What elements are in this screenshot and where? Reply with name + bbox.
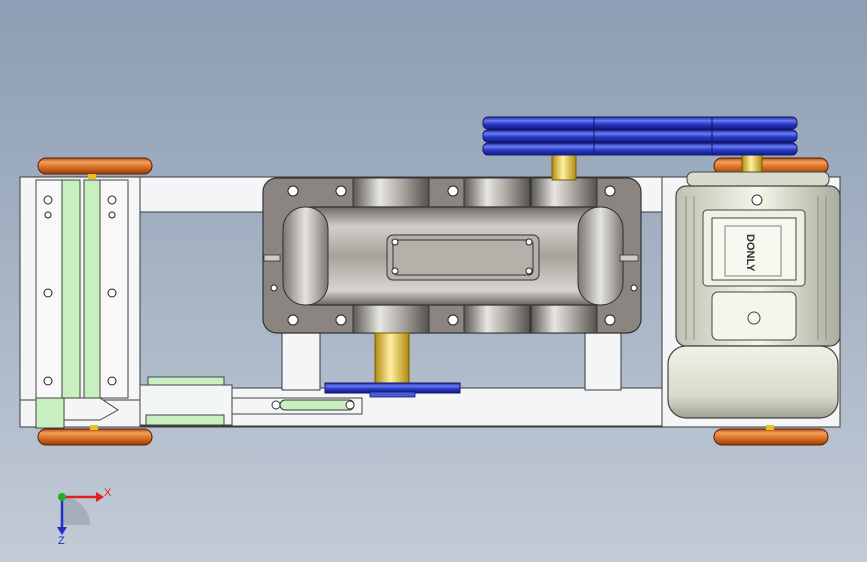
output-shaft[interactable] xyxy=(374,332,410,386)
roller-top-left[interactable] xyxy=(37,157,153,179)
belt-pulley[interactable] xyxy=(482,116,798,156)
x-axis-label: X xyxy=(104,487,112,499)
electric-motor[interactable]: DONLY xyxy=(667,171,841,419)
motor-nameplate: DONLY xyxy=(744,234,756,272)
y-axis-marker xyxy=(58,493,66,501)
z-axis-label: Z xyxy=(58,535,65,547)
cad-viewport[interactable]: DONLY X Z xyxy=(0,0,867,562)
orientation-triad[interactable]: X Z xyxy=(57,487,112,547)
cad-model-canvas[interactable]: DONLY X Z xyxy=(0,0,867,562)
roller-bottom-right[interactable] xyxy=(713,425,829,446)
gearbox[interactable] xyxy=(262,177,642,334)
